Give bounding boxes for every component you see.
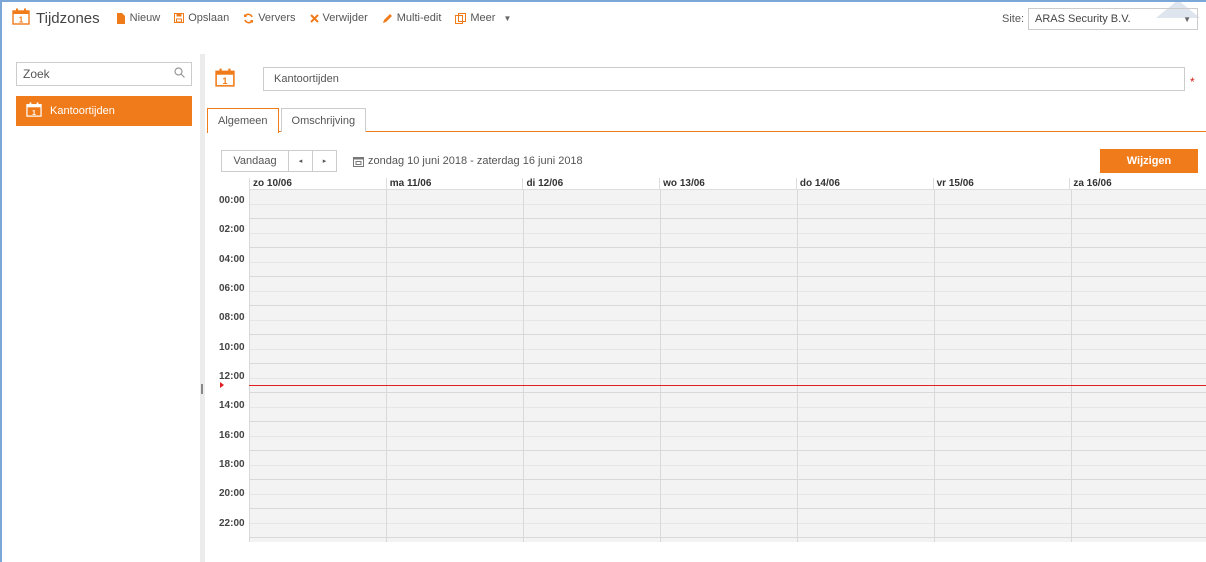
x-icon	[309, 13, 319, 23]
new-button[interactable]: Nieuw	[116, 12, 161, 24]
sidebar-item-label: Kantoortijden	[50, 105, 115, 117]
toolbar: 1 Tijdzones Nieuw Opslaan Ververs Verwij…	[2, 2, 1206, 34]
delete-button[interactable]: Verwijder	[309, 12, 368, 24]
date-range: zondag 10 juni 2018 - zaterdag 16 juni 2…	[353, 155, 583, 167]
svg-text:1: 1	[32, 110, 36, 117]
site-select[interactable]: ARAS Security B.V. ▼	[1028, 8, 1198, 30]
sidebar: 1 Kantoortijden	[10, 52, 196, 562]
day-header: za 16/06	[1069, 178, 1206, 189]
tab-bar: Algemeen Omschrijving	[207, 108, 1206, 133]
day-header-row: zo 10/06 ma 11/06 di 12/06 wo 13/06 do 14/06…	[249, 178, 1206, 190]
save-button[interactable]: Opslaan	[174, 12, 229, 24]
refresh-button[interactable]: Ververs	[243, 12, 296, 24]
hour-label: 18:00	[219, 458, 245, 470]
hour-column: 00:00 02:00 04:00 06:00 08:00 10:00 12:00 14:00…	[219, 190, 249, 542]
hour-label: 16:00	[219, 429, 245, 441]
sidebar-item-kantoortijden[interactable]: 1 Kantoortijden	[16, 96, 192, 126]
hour-label: 02:00	[219, 224, 245, 236]
refresh-icon	[243, 13, 254, 24]
date-range-label: zondag 10 juni 2018 - zaterdag 16 juni 2…	[368, 155, 583, 167]
day-column-divider	[386, 190, 387, 542]
day-header: vr 15/06	[932, 178, 1070, 189]
today-button[interactable]: Vandaag	[221, 150, 289, 172]
site-label: Site:	[1001, 13, 1024, 25]
current-time-line	[249, 385, 1206, 387]
hour-label: 06:00	[219, 282, 245, 294]
hour-label: 08:00	[219, 312, 245, 324]
multi-edit-button[interactable]: Multi-edit	[382, 12, 442, 24]
hour-label: 10:00	[219, 341, 245, 353]
tab-algemeen[interactable]: Algemeen	[207, 108, 279, 133]
required-marker: *	[1190, 75, 1195, 89]
chevron-down-icon[interactable]: ▼	[503, 14, 511, 23]
save-button-label: Opslaan	[188, 12, 230, 24]
calendar-small-icon	[353, 156, 364, 167]
site-select-value: ARAS Security B.V.	[1035, 13, 1131, 25]
main-panel: 1 * Algemeen Omschrijving Vandaag ◂ ▸ zo…	[207, 52, 1206, 562]
file-icon	[116, 12, 126, 24]
svg-text:1: 1	[19, 16, 24, 25]
search-input[interactable]	[23, 67, 163, 81]
day-column-divider	[523, 190, 524, 542]
splitter-grip[interactable]	[201, 384, 203, 394]
previous-week-button[interactable]: ◂	[289, 150, 313, 172]
calendar-grid[interactable]	[249, 190, 1206, 542]
day-header: do 14/06	[795, 178, 933, 189]
app-title: 1 Tijdzones	[2, 8, 100, 28]
edit-button[interactable]: Wijzigen	[1100, 149, 1198, 173]
new-button-label: Nieuw	[129, 12, 161, 24]
app-title-text: Tijdzones	[36, 9, 100, 27]
tab-omschrijving[interactable]: Omschrijving	[280, 108, 367, 132]
day-header: wo 13/06	[659, 178, 796, 189]
day-header: zo 10/06	[249, 178, 386, 189]
day-column-divider	[249, 190, 250, 542]
more-button-label: Meer	[470, 12, 496, 24]
day-column-divider	[660, 190, 661, 542]
hour-label: 14:00	[219, 400, 245, 412]
week-calendar: zo 10/06 ma 11/06 di 12/06 wo 13/06 do 14/06…	[219, 178, 1206, 542]
app-window: 1 Tijdzones Nieuw Opslaan Ververs Verwij…	[0, 0, 1206, 562]
copy-icon	[455, 12, 467, 24]
search-icon[interactable]	[174, 67, 185, 81]
day-column-divider	[797, 190, 798, 542]
delete-button-label: Verwijder	[322, 12, 368, 24]
svg-text:1: 1	[223, 76, 228, 86]
hour-label: 20:00	[219, 488, 245, 500]
day-header: di 12/06	[522, 178, 659, 189]
calendar-icon: 1	[12, 8, 30, 28]
site-selector: Site: ARAS Security B.V. ▼	[1002, 8, 1198, 30]
calendar-icon: 1	[215, 68, 235, 90]
multi-edit-button-label: Multi-edit	[396, 12, 442, 24]
day-column-divider	[934, 190, 935, 542]
hour-label: 04:00	[219, 253, 245, 265]
panel-splitter[interactable]	[200, 54, 205, 562]
search-box	[16, 62, 192, 86]
day-header: ma 11/06	[385, 178, 523, 189]
current-time-marker	[220, 382, 224, 389]
calendar-icon: 1	[26, 102, 42, 120]
chevron-down-icon: ▼	[1183, 14, 1191, 24]
hour-label: 22:00	[219, 517, 245, 529]
refresh-button-label: Ververs	[258, 12, 296, 24]
next-week-button[interactable]: ▸	[313, 150, 337, 172]
pencil-icon	[382, 13, 393, 24]
more-button[interactable]: Meer	[455, 12, 495, 24]
calendar-toolbar: Vandaag ◂ ▸ zondag 10 juni 2018 - zaterd…	[221, 149, 1206, 173]
name-field[interactable]	[263, 67, 1185, 91]
hour-label: 00:00	[219, 195, 245, 206]
floppy-icon	[174, 13, 185, 23]
day-column-divider	[1071, 190, 1072, 542]
